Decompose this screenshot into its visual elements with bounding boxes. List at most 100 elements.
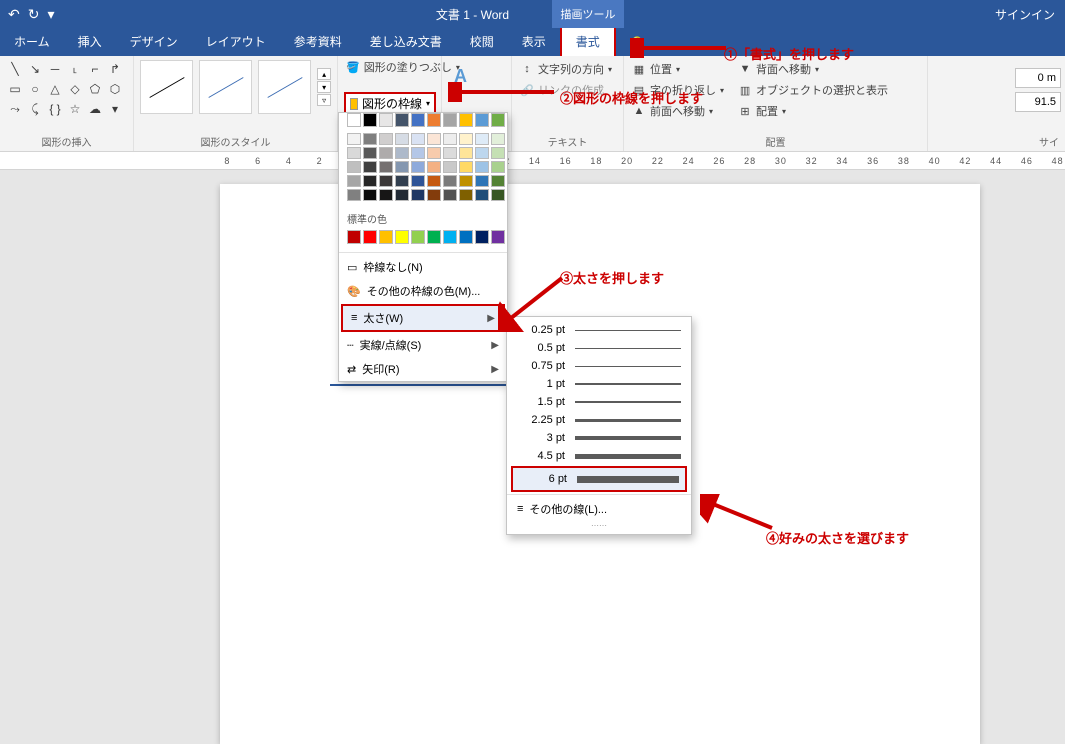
- color-swatch[interactable]: [347, 147, 361, 159]
- align-button[interactable]: ⊞配置▾: [736, 102, 890, 120]
- tab-校閲[interactable]: 校閲: [456, 27, 508, 56]
- gallery-up-icon[interactable]: ▴: [317, 68, 331, 80]
- color-swatch[interactable]: [459, 230, 473, 244]
- color-swatch[interactable]: [475, 147, 489, 159]
- shape-height-input[interactable]: 0 m: [1015, 68, 1061, 88]
- tab-差し込み文書[interactable]: 差し込み文書: [356, 27, 456, 56]
- color-swatch[interactable]: [395, 161, 409, 173]
- color-swatch[interactable]: [379, 230, 393, 244]
- color-swatch[interactable]: [347, 161, 361, 173]
- color-swatch[interactable]: [427, 133, 441, 145]
- color-swatch[interactable]: [395, 175, 409, 187]
- color-swatch[interactable]: [475, 230, 489, 244]
- color-swatch[interactable]: [443, 133, 457, 145]
- color-swatch[interactable]: [491, 230, 505, 244]
- weight-option[interactable]: 4.5 pt: [507, 447, 691, 465]
- color-swatch[interactable]: [395, 189, 409, 201]
- shape-width-input[interactable]: 91.5: [1015, 92, 1061, 112]
- shape-style-3[interactable]: [258, 60, 311, 114]
- color-swatch[interactable]: [443, 189, 457, 201]
- tab-レイアウト[interactable]: レイアウト: [192, 27, 280, 56]
- color-swatch[interactable]: [491, 113, 505, 127]
- color-swatch[interactable]: [475, 161, 489, 173]
- color-swatch[interactable]: [411, 113, 425, 127]
- selection-pane-button[interactable]: ▥オブジェクトの選択と表示: [736, 81, 890, 99]
- redo-icon[interactable]: ↻: [28, 6, 40, 23]
- color-swatch[interactable]: [395, 230, 409, 244]
- shape-style-1[interactable]: [140, 60, 193, 114]
- tab-挿入[interactable]: 挿入: [64, 27, 116, 56]
- more-lines-item[interactable]: ≡その他の線(L)...: [507, 497, 691, 521]
- color-swatch[interactable]: [395, 113, 409, 127]
- color-swatch[interactable]: [379, 147, 393, 159]
- color-swatch[interactable]: [411, 175, 425, 187]
- color-swatch[interactable]: [427, 230, 441, 244]
- color-swatch[interactable]: [443, 147, 457, 159]
- color-swatch[interactable]: [363, 230, 377, 244]
- color-swatch[interactable]: [379, 113, 393, 127]
- sign-in-link[interactable]: サインイン: [995, 6, 1055, 23]
- color-swatch[interactable]: [411, 147, 425, 159]
- color-swatch[interactable]: [459, 113, 473, 127]
- tab-書式[interactable]: 書式: [560, 25, 616, 56]
- color-swatch[interactable]: [459, 161, 473, 173]
- color-swatch[interactable]: [411, 161, 425, 173]
- color-swatch[interactable]: [395, 147, 409, 159]
- color-swatch[interactable]: [427, 175, 441, 187]
- no-outline-item[interactable]: ▭枠線なし(N): [339, 255, 507, 279]
- shape-fill-button[interactable]: 🪣図形の塗りつぶし▾: [344, 58, 435, 76]
- color-swatch[interactable]: [347, 113, 361, 127]
- tab-参考資料[interactable]: 参考資料: [280, 27, 356, 56]
- color-swatch[interactable]: [363, 161, 377, 173]
- weight-option[interactable]: 0.75 pt: [507, 357, 691, 375]
- color-swatch[interactable]: [443, 175, 457, 187]
- gallery-down-icon[interactable]: ▾: [317, 81, 331, 93]
- qat-more-icon[interactable]: ▾: [47, 6, 54, 23]
- color-swatch[interactable]: [363, 147, 377, 159]
- color-swatch[interactable]: [491, 133, 505, 145]
- color-swatch[interactable]: [491, 189, 505, 201]
- color-swatch[interactable]: [491, 175, 505, 187]
- tab-ホーム[interactable]: ホーム: [0, 27, 64, 56]
- standard-color-row[interactable]: [339, 230, 507, 250]
- color-swatch[interactable]: [347, 189, 361, 201]
- weight-option[interactable]: 1 pt: [507, 375, 691, 393]
- weight-option[interactable]: 6 pt: [511, 466, 687, 492]
- weight-submenu-item[interactable]: ≡太さ(W)▶: [341, 304, 505, 332]
- tab-デザイン[interactable]: デザイン: [116, 27, 192, 56]
- color-swatch[interactable]: [395, 133, 409, 145]
- color-swatch[interactable]: [363, 175, 377, 187]
- color-swatch[interactable]: [427, 189, 441, 201]
- color-swatch[interactable]: [459, 147, 473, 159]
- color-swatch[interactable]: [379, 175, 393, 187]
- weight-option[interactable]: 0.5 pt: [507, 339, 691, 357]
- color-swatch[interactable]: [411, 133, 425, 145]
- context-tab-drawing-tools[interactable]: 描画ツール: [552, 0, 624, 28]
- color-swatch[interactable]: [459, 189, 473, 201]
- color-swatch[interactable]: [459, 175, 473, 187]
- color-swatch[interactable]: [411, 230, 425, 244]
- dashes-submenu-item[interactable]: ┄実線/点線(S)▶: [339, 333, 507, 357]
- theme-color-tints[interactable]: [339, 133, 507, 207]
- tab-表示[interactable]: 表示: [508, 27, 560, 56]
- color-swatch[interactable]: [347, 175, 361, 187]
- color-swatch[interactable]: [443, 113, 457, 127]
- color-swatch[interactable]: [475, 133, 489, 145]
- shapes-gallery[interactable]: ╲↘─˪⌐↱ ▭○△◇⬠⬡ ⤳⤹{ }☆☁▾: [6, 60, 127, 118]
- color-swatch[interactable]: [491, 147, 505, 159]
- color-swatch[interactable]: [443, 161, 457, 173]
- color-swatch[interactable]: [475, 175, 489, 187]
- color-swatch[interactable]: [459, 133, 473, 145]
- color-swatch[interactable]: [363, 133, 377, 145]
- undo-icon[interactable]: ↶: [8, 6, 20, 23]
- theme-color-row[interactable]: [339, 113, 507, 133]
- color-swatch[interactable]: [427, 147, 441, 159]
- color-swatch[interactable]: [427, 113, 441, 127]
- color-swatch[interactable]: [379, 133, 393, 145]
- more-outline-colors-item[interactable]: 🎨その他の枠線の色(M)...: [339, 279, 507, 303]
- color-swatch[interactable]: [491, 161, 505, 173]
- color-swatch[interactable]: [411, 189, 425, 201]
- color-swatch[interactable]: [379, 189, 393, 201]
- weight-option[interactable]: 3 pt: [507, 429, 691, 447]
- color-swatch[interactable]: [427, 161, 441, 173]
